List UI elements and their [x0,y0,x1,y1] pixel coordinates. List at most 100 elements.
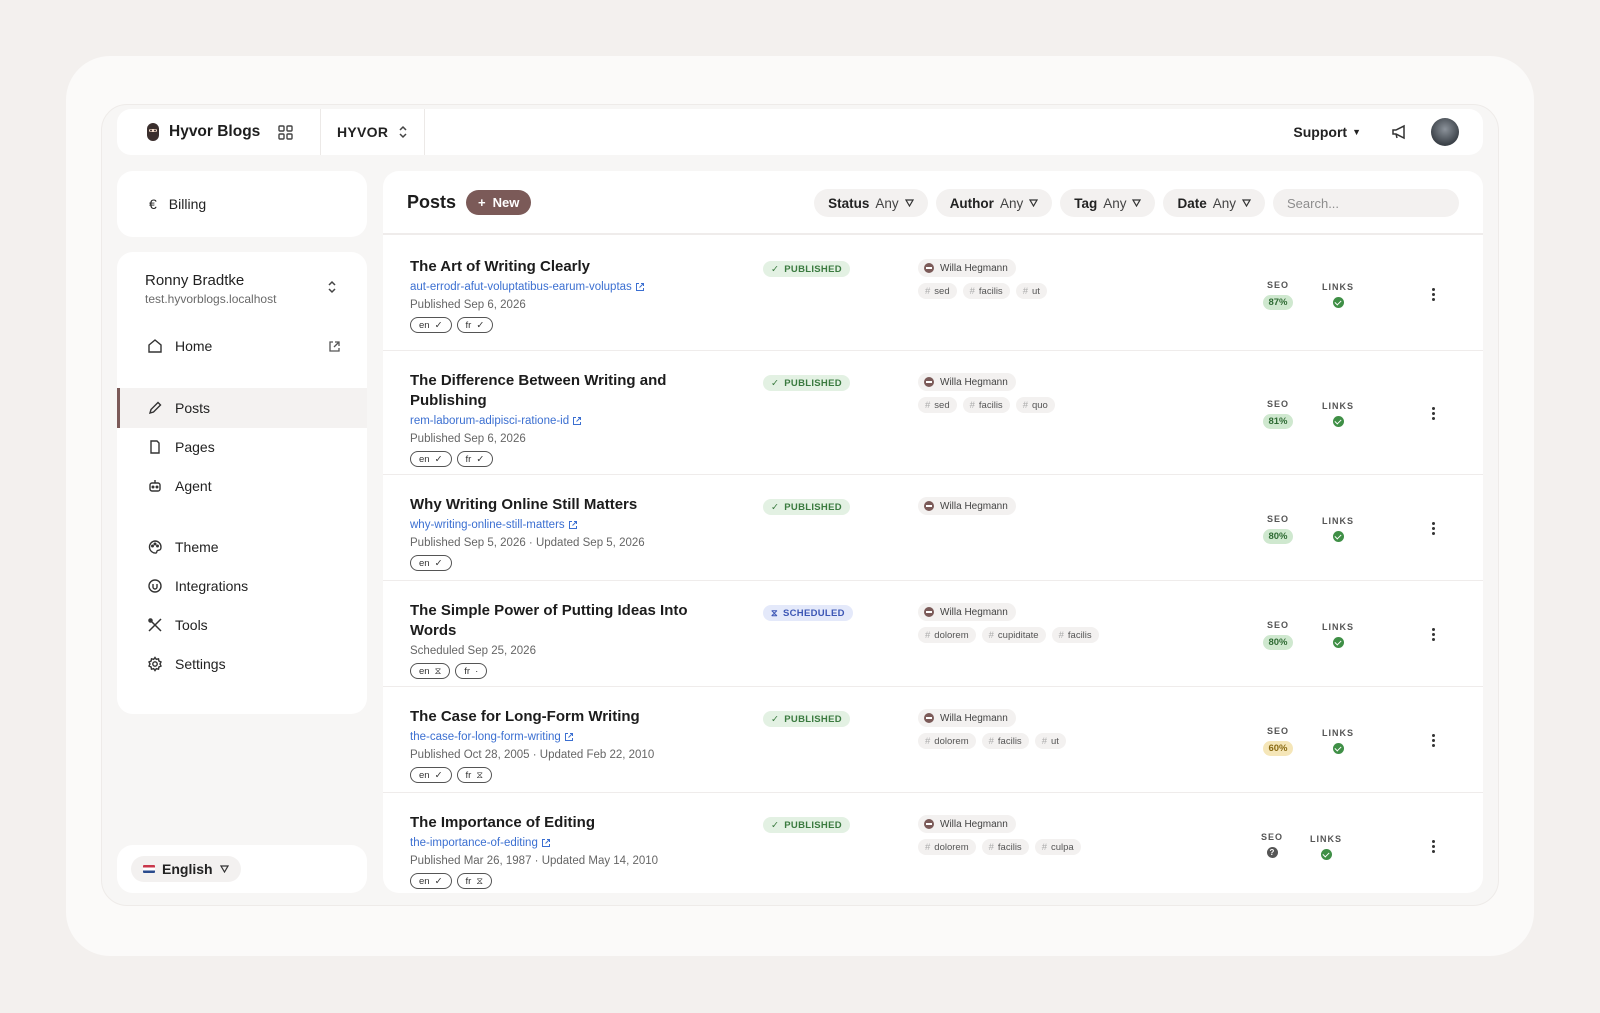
seo-score[interactable]: SEO 80% [1258,514,1298,544]
sidebar-item-tools[interactable]: Tools [117,605,367,645]
language-pill[interactable]: fr ✓ [456,451,494,467]
more-options-icon[interactable] [1428,288,1438,304]
post-slug-link[interactable]: the-importance-of-editing [410,837,551,849]
sidebar-item-home[interactable]: Home [117,326,367,366]
links-status[interactable]: LINKS [1313,622,1363,653]
post-title[interactable]: Why Writing Online Still Matters [410,495,720,515]
post-title[interactable]: The Art of Writing Clearly [410,257,720,277]
language-status-icon: ✓ [434,769,443,781]
filter-tag[interactable]: Tag Any [1060,189,1156,217]
author-chip[interactable]: Willa Hegmann [918,373,1016,391]
post-row[interactable]: The Case for Long-Form Writing the-case-f… [383,687,1483,793]
sidebar-item-pages[interactable]: Pages [117,427,367,467]
post-slug-link[interactable]: the-case-for-long-form-writing [410,731,574,743]
sidebar-item-settings[interactable]: Settings [117,644,367,684]
new-post-button[interactable]: + New [466,189,532,215]
author-chip[interactable]: Willa Hegmann [918,497,1016,515]
author-chip[interactable]: Willa Hegmann [918,709,1016,727]
tag-chip[interactable]: # quo [1015,397,1055,413]
author-chip[interactable]: Willa Hegmann [918,259,1016,277]
language-status-icon: ✓ [434,875,443,887]
post-row[interactable]: The Simple Power of Putting Ideas Into W… [383,581,1483,687]
seo-score[interactable]: SEO 80% [1258,620,1298,650]
language-pill[interactable]: en ✓ [410,767,452,783]
filter-date[interactable]: Date Any [1163,189,1265,217]
post-row[interactable]: The Art of Writing Clearly aut-errodr-afu… [383,237,1483,351]
tag-chip[interactable]: # sed [918,283,957,299]
filter-status[interactable]: Status Any [814,189,928,217]
language-pill[interactable]: fr · [455,663,488,679]
support-menu[interactable]: Support ▼ [1293,124,1361,140]
language-pill[interactable]: en ✓ [410,317,452,333]
language-pill[interactable]: en ✓ [410,451,452,467]
seo-score[interactable]: SEO 87% [1258,280,1298,310]
org-switcher[interactable]: HYVOR [321,109,426,155]
tag-chip[interactable]: # facilis [981,839,1029,855]
chevron-updown-icon[interactable] [327,280,337,294]
links-status[interactable]: LINKS [1313,516,1363,547]
blog-user[interactable]: Ronny Bradtke test.hyvorblogs.localhost [145,272,276,306]
sidebar-item-agent[interactable]: Agent [117,466,367,506]
megaphone-icon[interactable] [1391,124,1409,140]
post-row[interactable]: The Importance of Editing the-importance-… [383,793,1483,893]
sidebar-item-theme[interactable]: Theme [117,527,367,567]
seo-score[interactable]: SEO 60% [1258,726,1298,756]
author-icon [924,377,934,387]
tag-chip[interactable]: # cupiditate [981,627,1046,643]
language-pill[interactable]: en ⧖ [410,663,451,679]
post-row[interactable]: Why Writing Online Still Matters why-writ… [383,475,1483,581]
tag-chip[interactable]: # ut [1015,283,1047,299]
more-options-icon[interactable] [1428,407,1438,423]
check-circle-icon [1320,849,1332,860]
post-slug-link[interactable]: rem-laborum-adipisci-ratione-id [410,415,582,427]
more-options-icon[interactable] [1428,628,1438,644]
more-options-icon[interactable] [1428,522,1438,538]
language-selector[interactable]: English [131,856,241,882]
language-pill[interactable]: en ✓ [410,873,452,889]
tag-chip[interactable]: # dolorem [918,627,976,643]
more-options-icon[interactable] [1428,734,1438,750]
author-chip[interactable]: Willa Hegmann [918,815,1016,833]
post-title[interactable]: The Case for Long-Form Writing [410,707,720,727]
billing-link[interactable]: € Billing [117,171,367,237]
links-status[interactable]: LINKS [1313,401,1363,432]
language-pill[interactable]: fr ✓ [456,317,494,333]
links-status[interactable]: LINKS [1301,834,1351,865]
tag-chip[interactable]: # facilis [1051,627,1099,643]
post-title[interactable]: The Importance of Editing [410,813,720,833]
hash-icon: # [1022,285,1028,297]
status-label: SCHEDULED [782,607,845,619]
post-title[interactable]: The Simple Power of Putting Ideas Into W… [410,601,720,641]
tag-chip[interactable]: # ut [1034,733,1066,749]
more-options-icon[interactable] [1428,840,1438,856]
sidebar-item-integrations[interactable]: Integrations [117,566,367,606]
tag-chip[interactable]: # sed [918,397,957,413]
search-input[interactable] [1273,189,1459,217]
language-pill[interactable]: en ✓ [410,555,452,571]
language-pill[interactable]: fr ⧖ [456,873,493,889]
external-link-icon[interactable] [328,340,341,353]
post-title[interactable]: The Difference Between Writing and Publi… [410,371,720,411]
language-pill[interactable]: fr ⧖ [456,767,493,783]
tag-chip[interactable]: # dolorem [918,733,976,749]
post-row[interactable]: The Difference Between Writing and Publi… [383,351,1483,475]
apps-grid-icon[interactable] [278,124,294,140]
seo-score[interactable]: SEO? [1252,832,1292,860]
filter-author[interactable]: Author Any [935,189,1053,217]
post-languages: en ✓ [410,555,452,571]
seo-score[interactable]: SEO 81% [1258,399,1298,429]
tag-chip[interactable]: # culpa [1034,839,1081,855]
tag-chip[interactable]: # facilis [981,733,1029,749]
post-tags: # dolorem # cupiditate # facilis [918,627,1099,643]
tag-chip[interactable]: # dolorem [918,839,976,855]
brand[interactable]: Hyvor Blogs [117,109,321,155]
links-status[interactable]: LINKS [1313,728,1363,759]
author-chip[interactable]: Willa Hegmann [918,603,1016,621]
sidebar-item-posts[interactable]: Posts [117,388,367,428]
tag-chip[interactable]: # facilis [962,397,1010,413]
user-avatar[interactable] [1431,118,1459,146]
post-slug-link[interactable]: why-writing-online-still-matters [410,519,578,531]
links-status[interactable]: LINKS [1313,282,1363,313]
post-slug-link[interactable]: aut-errodr-afut-voluptatibus-earum-volup… [410,281,645,293]
tag-chip[interactable]: # facilis [962,283,1010,299]
